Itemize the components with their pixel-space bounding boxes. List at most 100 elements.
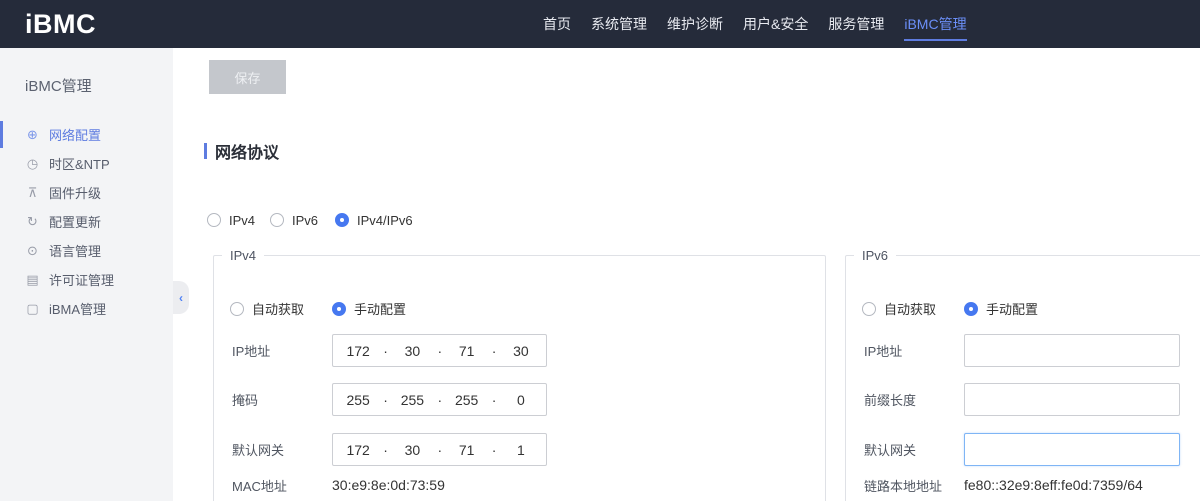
- sidebar: iBMC管理 ⊕ 网络配置 ◷ 时区&NTP ⊼ 固件升级 ↻ 配置更新 ⊙ 语…: [0, 48, 173, 501]
- nav-item-user-security[interactable]: 用户&安全: [743, 0, 808, 48]
- radio-label: IPv6: [292, 213, 318, 228]
- sidebar-item-timezone-ntp[interactable]: ◷ 时区&NTP: [0, 149, 173, 178]
- gw-octet-3[interactable]: 71: [442, 442, 492, 458]
- mask-octet-2[interactable]: 255: [387, 392, 437, 408]
- ipv4-mode-radio-group: 自动获取 手动配置: [230, 299, 406, 318]
- timezone-icon: ◷: [25, 156, 40, 171]
- mask-octet-1[interactable]: 255: [333, 392, 383, 408]
- sidebar-item-network-config[interactable]: ⊕ 网络配置: [0, 120, 173, 149]
- ipv6-radio-auto[interactable]: 自动获取: [862, 299, 936, 318]
- ipv4-radio-manual-circle[interactable]: [332, 302, 346, 316]
- ipv6-radio-auto-circle[interactable]: [862, 302, 876, 316]
- ipv4-mac-value: 30:e9:8e:0d:73:59: [332, 477, 445, 493]
- ip-octet-2[interactable]: 30: [387, 343, 437, 359]
- ipv4-group-legend: IPv4: [222, 248, 264, 263]
- ipv4-group: IPv4 自动获取 手动配置 IP地址 172 · 30 · 71 · 30: [213, 248, 826, 501]
- ipv6-link-local-row: 链路本地地址 fe80::32e9:8eff:fe0d:7359/64: [864, 475, 1143, 495]
- top-navbar: iBMC 首页 系统管理 维护诊断 用户&安全 服务管理 iBMC管理: [0, 0, 1200, 48]
- sidebar-item-label: 许可证管理: [49, 270, 114, 289]
- ipv4-mask-row: 掩码 255 · 255 · 255 · 0: [232, 383, 547, 416]
- ipv6-link-local-value: fe80::32e9:8eff:fe0d:7359/64: [964, 477, 1143, 493]
- nav-item-ibmc-management[interactable]: iBMC管理: [904, 0, 966, 48]
- gw-octet-1[interactable]: 172: [333, 442, 383, 458]
- sidebar-item-label: 语言管理: [49, 241, 101, 260]
- sidebar-collapse-button[interactable]: ‹: [173, 281, 189, 314]
- main-navigation: 首页 系统管理 维护诊断 用户&安全 服务管理 iBMC管理: [543, 0, 967, 48]
- license-icon: ▤: [25, 272, 40, 287]
- nav-item-service-management[interactable]: 服务管理: [828, 0, 884, 48]
- radio-ipv4-ipv6[interactable]: IPv4/IPv6: [335, 212, 413, 228]
- radio-ipv6-circle[interactable]: [270, 213, 284, 227]
- ipv4-ip-label: IP地址: [232, 341, 332, 360]
- sidebar-item-label: 时区&NTP: [49, 154, 110, 173]
- gw-octet-4[interactable]: 1: [496, 442, 546, 458]
- ipv4-radio-auto-circle[interactable]: [230, 302, 244, 316]
- ipv6-gateway-row: 默认网关: [864, 433, 1180, 466]
- save-button[interactable]: 保存: [209, 60, 286, 94]
- nav-item-home[interactable]: 首页: [543, 0, 571, 48]
- sidebar-item-label: 固件升级: [49, 183, 101, 202]
- ipv6-ip-label: IP地址: [864, 341, 964, 360]
- main-content: 保存 网络协议 IPv4 IPv6 IPv4/IPv6 IPv4 自动获取: [173, 48, 1200, 501]
- sidebar-title: iBMC管理: [25, 75, 173, 96]
- ipv4-gateway-input[interactable]: 172 · 30 · 71 · 1: [332, 433, 547, 466]
- ipv6-prefix-label: 前缀长度: [864, 390, 964, 409]
- network-icon: ⊕: [25, 127, 40, 142]
- radio-label: 自动获取: [884, 299, 936, 318]
- ipv6-mode-radio-group: 自动获取 手动配置: [862, 299, 1038, 318]
- ipv4-mac-label: MAC地址: [232, 476, 332, 495]
- radio-label: 手动配置: [986, 299, 1038, 318]
- ipv6-ip-input[interactable]: [964, 334, 1180, 367]
- ibma-icon: ▢: [25, 301, 40, 316]
- ipv6-gateway-label: 默认网关: [864, 440, 964, 459]
- nav-item-maintenance-diagnosis[interactable]: 维护诊断: [667, 0, 723, 48]
- ipv4-ip-input[interactable]: 172 · 30 · 71 · 30: [332, 334, 547, 367]
- radio-label: 自动获取: [252, 299, 304, 318]
- ipv6-radio-manual-circle[interactable]: [964, 302, 978, 316]
- nav-item-system-management[interactable]: 系统管理: [591, 0, 647, 48]
- ipv6-group: IPv6 自动获取 手动配置 IP地址 前缀长度 默认网关 链路本地地址: [845, 248, 1200, 501]
- ipv6-link-local-label: 链路本地地址: [864, 476, 964, 495]
- sidebar-item-config-update[interactable]: ↻ 配置更新: [0, 207, 173, 236]
- radio-label: IPv4/IPv6: [357, 213, 413, 228]
- ipv4-gateway-label: 默认网关: [232, 440, 332, 459]
- app-logo: iBMC: [25, 9, 96, 40]
- radio-ipv4-ipv6-circle[interactable]: [335, 213, 349, 227]
- ipv6-prefix-row: 前缀长度: [864, 383, 1180, 416]
- sidebar-item-license-management[interactable]: ▤ 许可证管理: [0, 265, 173, 294]
- page-title: 网络协议: [215, 139, 279, 163]
- ipv6-prefix-input[interactable]: [964, 383, 1180, 416]
- language-icon: ⊙: [25, 243, 40, 258]
- ip-octet-3[interactable]: 71: [442, 343, 492, 359]
- ipv4-mask-input[interactable]: 255 · 255 · 255 · 0: [332, 383, 547, 416]
- ipv6-radio-manual[interactable]: 手动配置: [964, 299, 1038, 318]
- sidebar-item-ibma-management[interactable]: ▢ iBMA管理: [0, 294, 173, 323]
- ipv4-radio-auto[interactable]: 自动获取: [230, 299, 304, 318]
- sidebar-item-language-management[interactable]: ⊙ 语言管理: [0, 236, 173, 265]
- sidebar-item-label: 网络配置: [49, 125, 101, 144]
- ipv6-ip-row: IP地址: [864, 334, 1180, 367]
- section-accent-bar: [204, 143, 207, 159]
- radio-ipv4[interactable]: IPv4: [207, 212, 255, 228]
- chevron-left-icon: ‹: [179, 291, 183, 305]
- sidebar-item-label: iBMA管理: [49, 299, 106, 318]
- ip-octet-1[interactable]: 172: [333, 343, 383, 359]
- ipv4-mask-label: 掩码: [232, 390, 332, 409]
- ipv6-gateway-input[interactable]: [964, 433, 1180, 466]
- firmware-upgrade-icon: ⊼: [25, 185, 40, 200]
- ipv4-gateway-row: 默认网关 172 · 30 · 71 · 1: [232, 433, 547, 466]
- ipv4-mac-row: MAC地址 30:e9:8e:0d:73:59: [232, 475, 445, 495]
- gw-octet-2[interactable]: 30: [387, 442, 437, 458]
- ip-octet-4[interactable]: 30: [496, 343, 546, 359]
- config-update-icon: ↻: [25, 214, 40, 229]
- ipv6-group-legend: IPv6: [854, 248, 896, 263]
- sidebar-item-firmware-upgrade[interactable]: ⊼ 固件升级: [0, 178, 173, 207]
- radio-ipv4-circle[interactable]: [207, 213, 221, 227]
- ipv4-ip-row: IP地址 172 · 30 · 71 · 30: [232, 334, 547, 367]
- section-header: 网络协议: [204, 139, 279, 163]
- mask-octet-3[interactable]: 255: [442, 392, 492, 408]
- radio-label: IPv4: [229, 213, 255, 228]
- ipv4-radio-manual[interactable]: 手动配置: [332, 299, 406, 318]
- radio-ipv6[interactable]: IPv6: [270, 212, 318, 228]
- mask-octet-4[interactable]: 0: [496, 392, 546, 408]
